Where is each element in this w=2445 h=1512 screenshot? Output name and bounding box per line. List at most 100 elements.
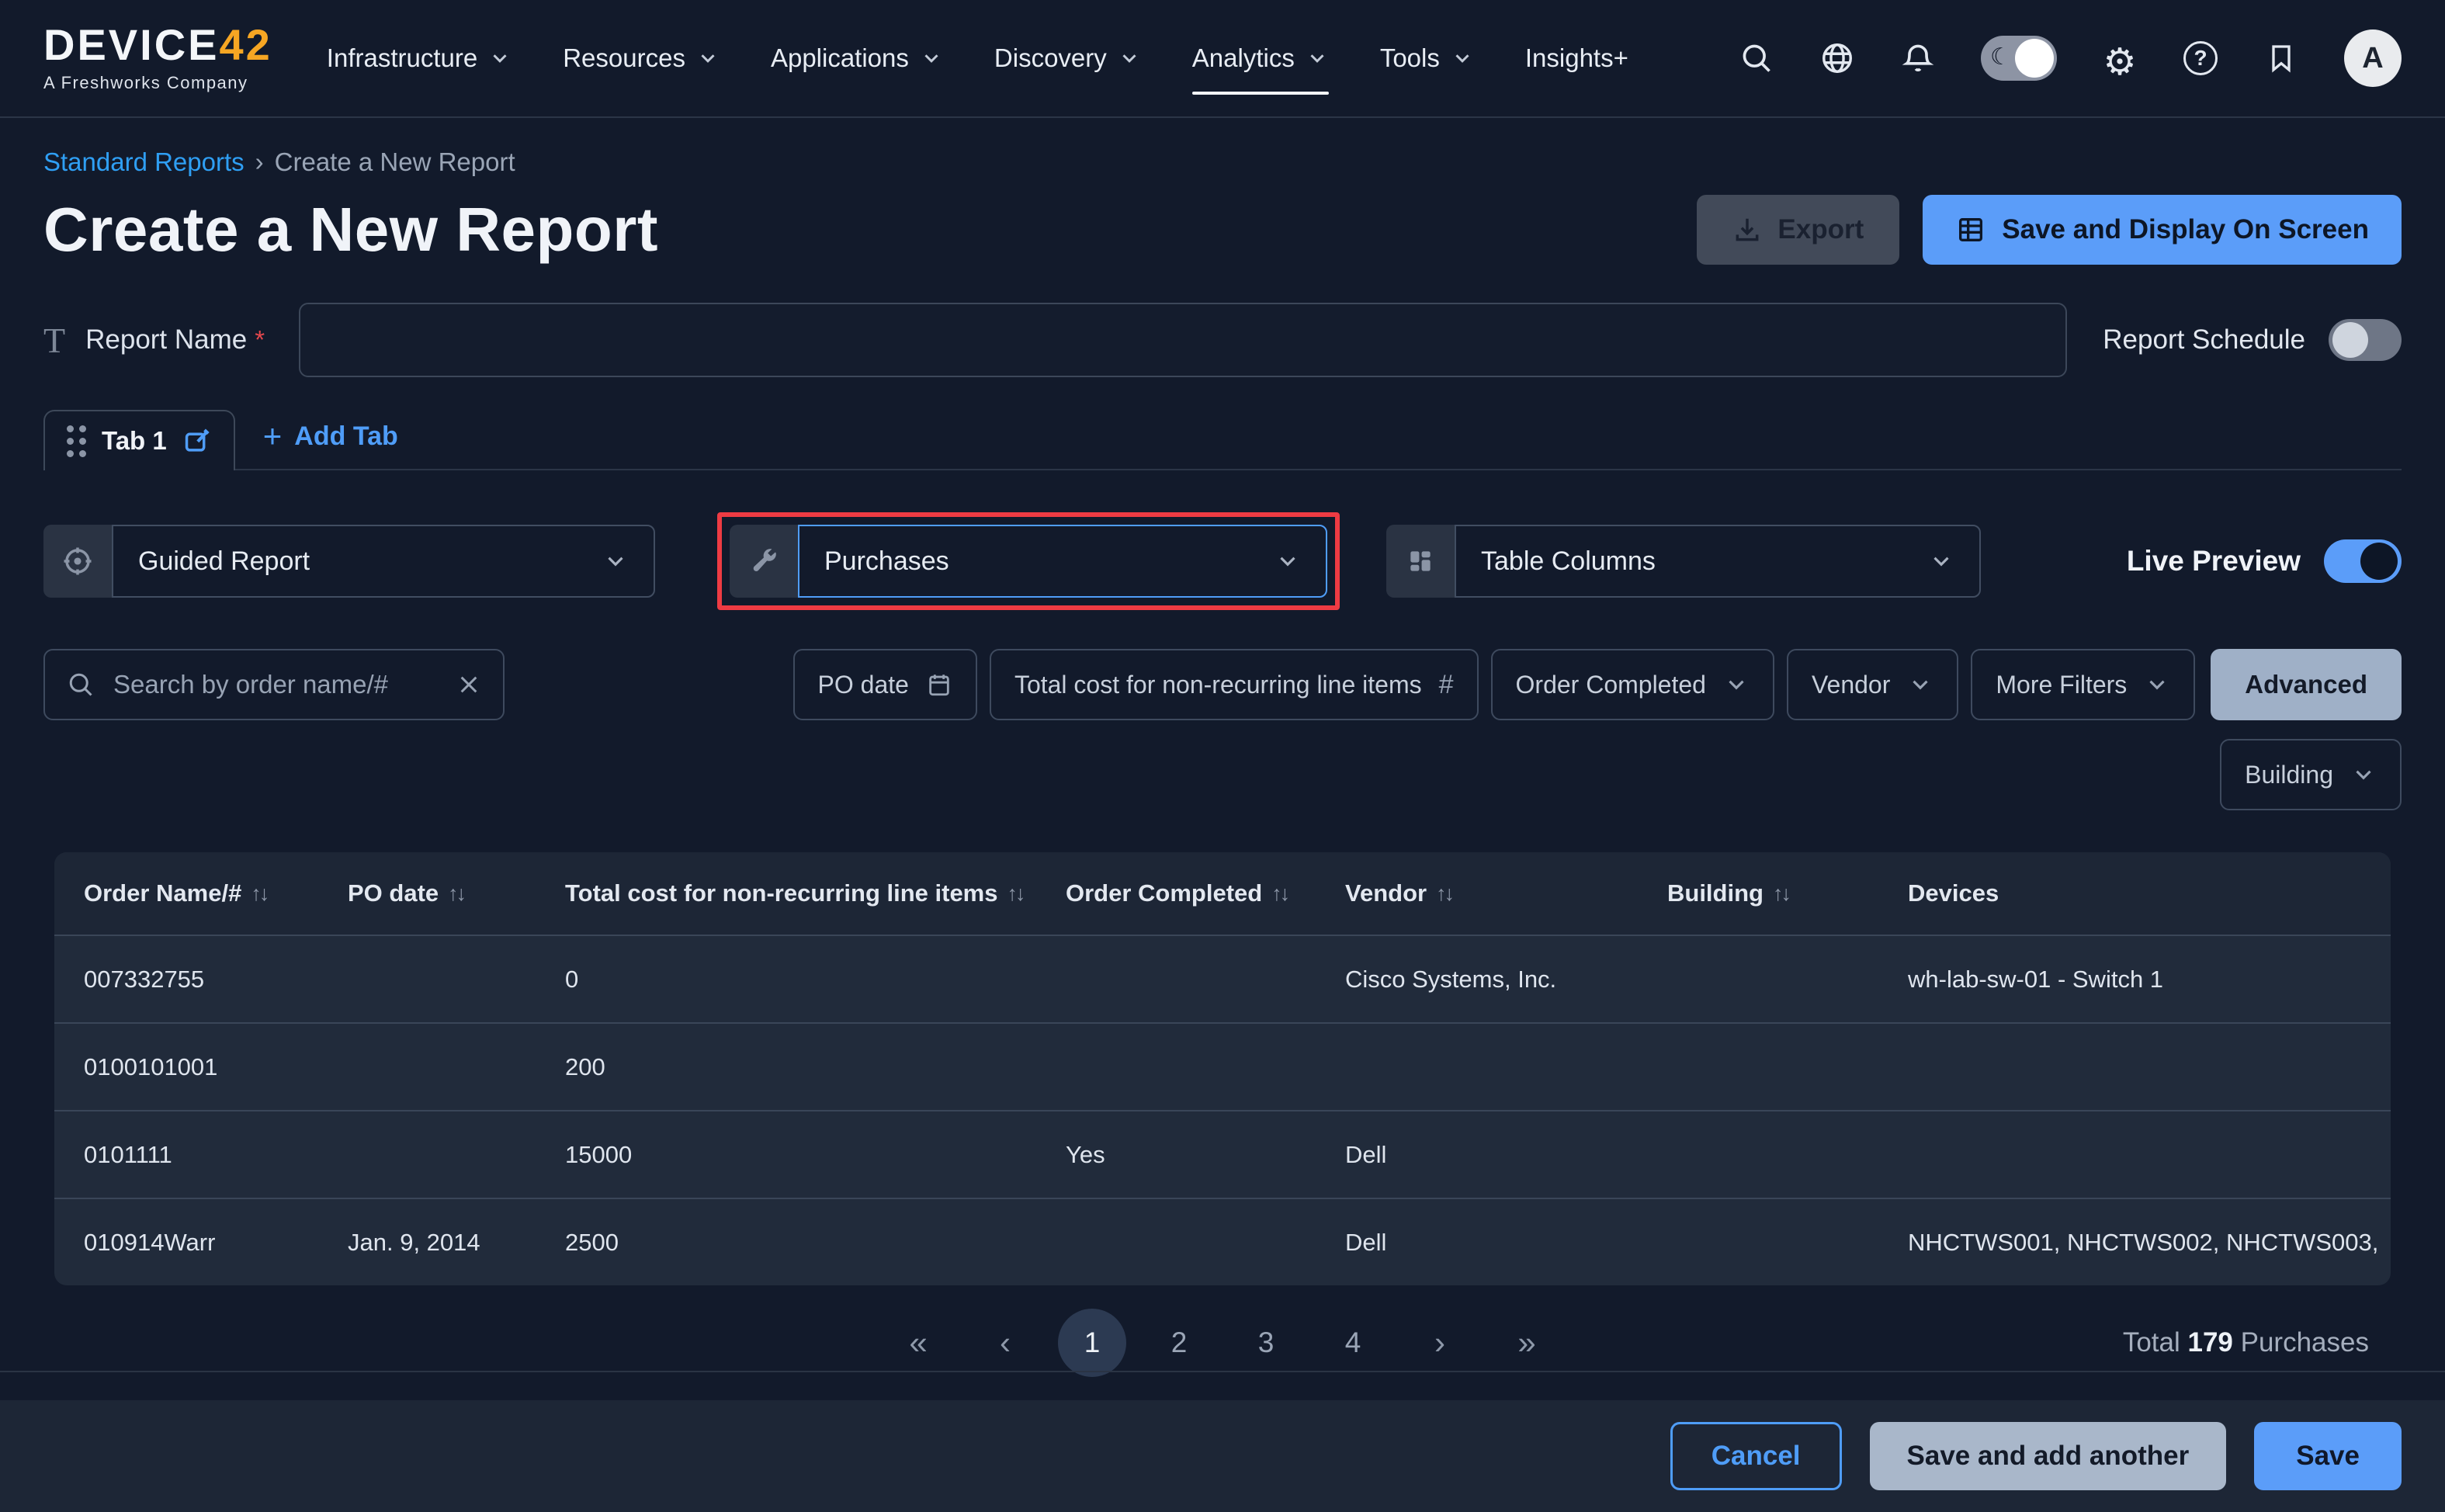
filter-chip-more-filters[interactable]: More Filters — [1971, 649, 2195, 720]
chevron-down-icon — [1118, 47, 1141, 70]
table-row[interactable]: 010914WarrJan. 9, 20142500DellNHCTWS001,… — [54, 1198, 2391, 1285]
table-columns-dropdown[interactable]: Table Columns — [1386, 525, 1981, 598]
nav-item-applications[interactable]: Applications — [771, 22, 943, 95]
object-type-value: Purchases — [824, 546, 949, 577]
order-search-input[interactable] — [113, 670, 438, 699]
filter-chip-order-completed[interactable]: Order Completed — [1491, 649, 1774, 720]
tab-1[interactable]: Tab 1 — [43, 410, 235, 470]
column-header-po-date[interactable]: PO date↑↓ — [348, 879, 565, 907]
filter-row: PO dateTotal cost for non-recurring line… — [43, 649, 2402, 720]
avatar[interactable]: A — [2344, 29, 2402, 87]
advanced-button[interactable]: Advanced — [2211, 649, 2402, 720]
chevron-down-icon — [696, 47, 720, 70]
tab-bar: Tab 1 + Add Tab — [43, 410, 2402, 470]
table-row[interactable]: 0073327550Cisco Systems, Inc.wh-lab-sw-0… — [54, 935, 2391, 1022]
table-row[interactable]: 0100101001200 — [54, 1022, 2391, 1110]
sort-icon[interactable]: ↑↓ — [251, 882, 267, 906]
add-tab-button[interactable]: + Add Tab — [263, 418, 398, 469]
nav-item-discovery[interactable]: Discovery — [994, 22, 1141, 95]
cell-po-date: Jan. 9, 2014 — [348, 1229, 565, 1257]
moon-icon: ☾ — [1990, 43, 2011, 71]
filter-chip-total-cost-for-non-recurring-line-items[interactable]: Total cost for non-recurring line items# — [990, 649, 1479, 720]
report-type-value: Guided Report — [138, 546, 310, 577]
chevron-down-icon — [1275, 548, 1301, 574]
report-schedule-toggle[interactable] — [2329, 319, 2402, 361]
page-button-4[interactable]: 4 — [1319, 1309, 1387, 1377]
gear-icon[interactable]: ⚙ — [2102, 40, 2138, 76]
cell-order-completed: Yes — [1066, 1141, 1345, 1169]
save-and-add-another-button[interactable]: Save and add another — [1870, 1422, 2227, 1490]
nav-item-tools[interactable]: Tools — [1380, 22, 1474, 95]
required-asterisk: * — [255, 325, 265, 355]
report-name-input[interactable] — [299, 303, 2067, 377]
nav-item-analytics[interactable]: Analytics — [1192, 22, 1329, 95]
chevron-down-icon — [488, 47, 512, 70]
nav-item-resources[interactable]: Resources — [563, 22, 720, 95]
footer-divider — [0, 1371, 2445, 1372]
sort-icon[interactable]: ↑↓ — [1773, 882, 1789, 906]
help-icon[interactable]: ? — [2183, 40, 2218, 76]
building-dropdown[interactable]: Building — [2220, 739, 2402, 810]
theme-toggle[interactable]: ☾ — [1981, 36, 2057, 81]
live-preview-toggle[interactable] — [2324, 539, 2402, 583]
report-type-dropdown[interactable]: Guided Report — [43, 525, 655, 598]
title-actions: Export Save and Display On Screen — [1697, 195, 2402, 265]
last-page-button[interactable]: » — [1493, 1309, 1561, 1377]
top-navbar: DEVICE42 A Freshworks Company Infrastruc… — [0, 0, 2445, 118]
drag-handle-icon[interactable] — [67, 425, 86, 457]
cell-order-name: 007332755 — [84, 966, 348, 994]
sort-icon[interactable]: ↑↓ — [1007, 882, 1024, 906]
cell-devices: wh-lab-sw-01 - Switch 1 — [1908, 966, 2391, 994]
column-header-order-name[interactable]: Order Name/#↑↓ — [84, 879, 348, 907]
bookmark-icon[interactable] — [2263, 40, 2299, 76]
order-search-box — [43, 649, 505, 720]
device42-logo[interactable]: DEVICE42 A Freshworks Company — [43, 23, 272, 93]
cancel-button[interactable]: Cancel — [1670, 1422, 1842, 1490]
bell-icon[interactable] — [1900, 40, 1936, 76]
column-header-total-cost-for-non-recurring-line-items[interactable]: Total cost for non-recurring line items↑… — [565, 879, 1066, 907]
main-content: Standard Reports › Create a New Report C… — [0, 147, 2445, 1380]
total-summary: Total 179 Purchases — [2123, 1327, 2369, 1358]
search-icon[interactable] — [1739, 40, 1774, 76]
nav-item-infrastructure[interactable]: Infrastructure — [327, 22, 512, 95]
breadcrumb-separator: › — [255, 147, 264, 177]
first-page-button[interactable]: « — [884, 1309, 952, 1377]
filter-chip-vendor[interactable]: Vendor — [1787, 649, 1958, 720]
filter-chip-po-date[interactable]: PO date — [793, 649, 977, 720]
text-icon: T — [43, 320, 65, 361]
save-button[interactable]: Save — [2254, 1422, 2402, 1490]
cell-vendor: Dell — [1345, 1229, 1667, 1257]
nav-menu: Infrastructure Resources Applications Disco… — [327, 22, 1628, 95]
column-header-building[interactable]: Building↑↓ — [1667, 879, 1908, 907]
report-name-row: T Report Name * Report Schedule — [43, 303, 2402, 377]
next-page-button[interactable]: › — [1406, 1309, 1474, 1377]
tab-label: Tab 1 — [102, 426, 167, 456]
wrench-icon — [730, 525, 798, 598]
sort-icon[interactable]: ↑↓ — [1436, 882, 1452, 906]
cell-total-cost-for-non-recurring-line-items: 2500 — [565, 1229, 1066, 1257]
table-row[interactable]: 010111115000YesDell — [54, 1110, 2391, 1198]
page-button-2[interactable]: 2 — [1145, 1309, 1213, 1377]
sort-icon[interactable]: ↑↓ — [448, 882, 464, 906]
calendar-icon — [926, 671, 952, 698]
target-icon — [43, 525, 112, 598]
breadcrumb-standard-reports-link[interactable]: Standard Reports — [43, 147, 244, 177]
export-button[interactable]: Export — [1697, 195, 1899, 265]
live-preview-control: Live Preview — [2127, 539, 2402, 583]
column-header-order-completed[interactable]: Order Completed↑↓ — [1066, 879, 1345, 907]
nav-item-insights[interactable]: Insights+ — [1525, 22, 1628, 95]
previous-page-button[interactable]: ‹ — [971, 1309, 1039, 1377]
column-header-vendor[interactable]: Vendor↑↓ — [1345, 879, 1667, 907]
page-button-1[interactable]: 1 — [1058, 1309, 1126, 1377]
edit-tab-icon[interactable] — [182, 426, 212, 456]
results-table: Order Name/#↑↓PO date↑↓Total cost for no… — [54, 852, 2391, 1285]
chevron-down-icon — [2144, 671, 2170, 698]
clear-search-icon[interactable] — [456, 672, 481, 697]
purchases-highlight-box: Purchases — [717, 512, 1340, 610]
object-type-dropdown[interactable]: Purchases — [730, 525, 1327, 598]
page-button-3[interactable]: 3 — [1232, 1309, 1300, 1377]
sort-icon[interactable]: ↑↓ — [1271, 882, 1288, 906]
save-and-display-button[interactable]: Save and Display On Screen — [1923, 195, 2402, 265]
globe-icon[interactable] — [1819, 40, 1855, 76]
chevron-down-icon — [1907, 671, 1933, 698]
